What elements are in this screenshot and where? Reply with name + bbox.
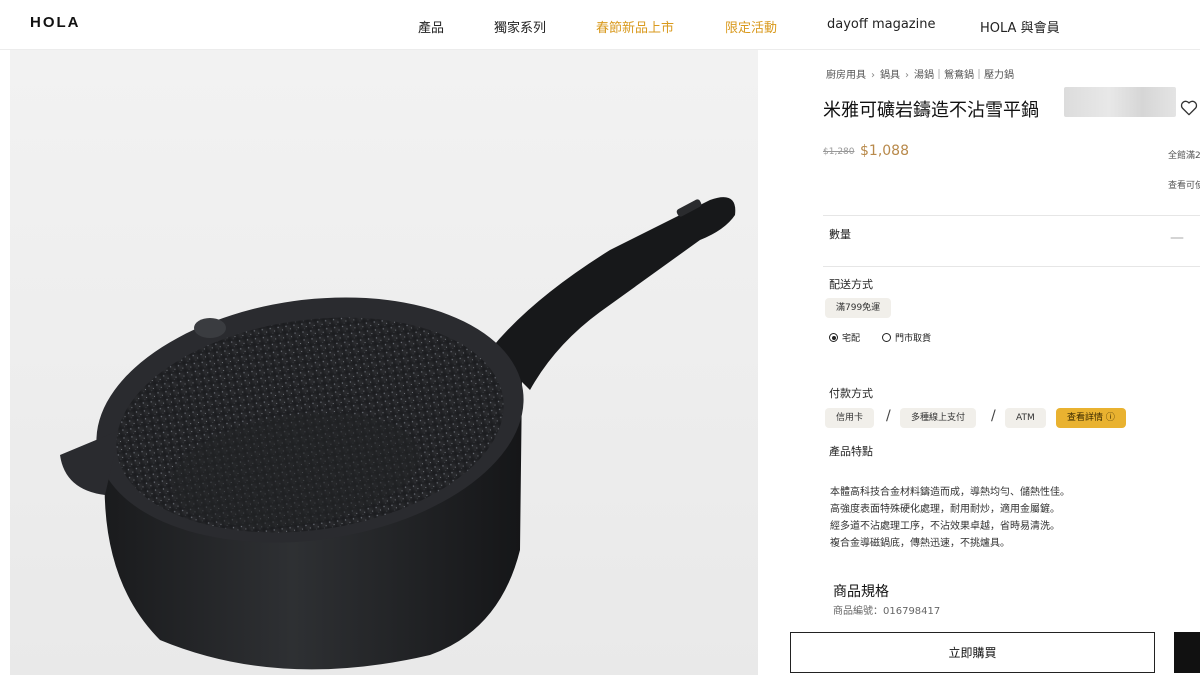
- breadcrumb: 廚房用具 › 鍋具 › 湯鍋｜鴛鴦鍋｜壓力鍋: [826, 66, 1014, 81]
- spec-title: 商品規格: [833, 584, 889, 600]
- shipping-option-home[interactable]: 宅配: [829, 331, 860, 344]
- info-circle-icon: ⓘ: [1105, 413, 1115, 423]
- original-price: $1,280: [823, 147, 855, 157]
- product-sku: 商品編號：016798417: [833, 606, 941, 617]
- chevron-right-icon: ›: [871, 70, 875, 81]
- radio-selected-icon: [829, 333, 838, 342]
- nav-item-member[interactable]: HOLA 與會員: [980, 17, 1060, 36]
- product-info-panel: 廚房用具 › 鍋具 › 湯鍋｜鴛鴦鍋｜壓力鍋 米雅可礦岩鑄造不沾雪平鍋 $1,280 $…: [758, 50, 1200, 675]
- chevron-right-icon: ›: [905, 70, 909, 81]
- radio-unselected-icon: [882, 333, 891, 342]
- payment-label: 付款方式: [829, 387, 873, 400]
- breadcrumb-item[interactable]: 廚房用具: [826, 70, 866, 81]
- shipping-option-label: 門市取貨: [895, 334, 932, 344]
- nav-item-new-year[interactable]: 春節新品上市: [596, 17, 674, 36]
- feature-line: 複合金導磁鍋底，傳熱迅速，不挑爐具。: [830, 538, 1010, 549]
- hola-logo[interactable]: HOLA: [30, 14, 81, 31]
- frying-pan-image: [60, 197, 736, 670]
- site-header: HOLA 產品 獨家系列 春節新品上市 限定活動 dayoff magazine…: [0, 0, 1200, 50]
- product-title: 米雅可礦岩鑄造不沾雪平鍋: [823, 100, 1039, 121]
- quantity-label: 數量: [829, 228, 851, 241]
- quantity-decrement-button[interactable]: —: [1170, 230, 1184, 246]
- quantity-row: 數量 —: [823, 215, 1200, 267]
- payment-method-atm: ATM: [1005, 408, 1046, 428]
- shipping-label: 配送方式: [829, 278, 873, 291]
- payment-method-online: 多種線上支付: [900, 408, 977, 428]
- shipping-option-store[interactable]: 門市取貨: [882, 331, 931, 344]
- nav-item-products[interactable]: 產品: [418, 17, 444, 36]
- feature-line: 高強度表面特殊硬化處理，耐用耐炒，適用金屬鏟。: [830, 504, 1060, 515]
- promo-link[interactable]: 查看可使: [1168, 178, 1200, 191]
- feature-line: 經多道不沾處理工序，不沾效果卓越，省時易清洗。: [830, 521, 1060, 532]
- breadcrumb-item[interactable]: 鍋具: [880, 70, 900, 81]
- nav-item-magazine[interactable]: dayoff magazine: [827, 17, 935, 32]
- breadcrumb-item[interactable]: 湯鍋｜鴛鴦鍋｜壓力鍋: [914, 70, 1014, 81]
- buy-now-button[interactable]: 立即購買: [790, 632, 1155, 673]
- promo-text: 全館滿2: [1168, 151, 1200, 161]
- feature-line: 本體高科技合金材料鑄造而成，導熱均勻、儲熱性佳。: [830, 487, 1070, 498]
- nav-item-exclusive[interactable]: 獨家系列: [494, 17, 546, 36]
- sale-price: $1,088: [860, 143, 909, 159]
- payment-separator: /: [886, 408, 891, 424]
- features-list: 本體高科技合金材料鑄造而成，導熱均勻、儲熱性佳。 高強度表面特殊硬化處理，耐用耐…: [830, 484, 1070, 552]
- payment-separator: /: [991, 408, 996, 424]
- payment-details-button[interactable]: 查看詳情 ⓘ: [1056, 408, 1126, 428]
- payment-details-label: 查看詳情: [1067, 413, 1104, 423]
- product-image[interactable]: [10, 50, 758, 675]
- features-label: 產品特點: [829, 445, 873, 458]
- redacted-title-overlay: [1064, 87, 1176, 117]
- add-to-cart-button[interactable]: [1174, 632, 1200, 673]
- nav-item-limited[interactable]: 限定活動: [725, 17, 777, 36]
- free-shipping-badge: 滿799免運: [825, 298, 892, 318]
- payment-method-credit-card: 信用卡: [825, 408, 875, 428]
- heart-icon[interactable]: [1179, 98, 1199, 118]
- shipping-option-label: 宅配: [842, 334, 861, 344]
